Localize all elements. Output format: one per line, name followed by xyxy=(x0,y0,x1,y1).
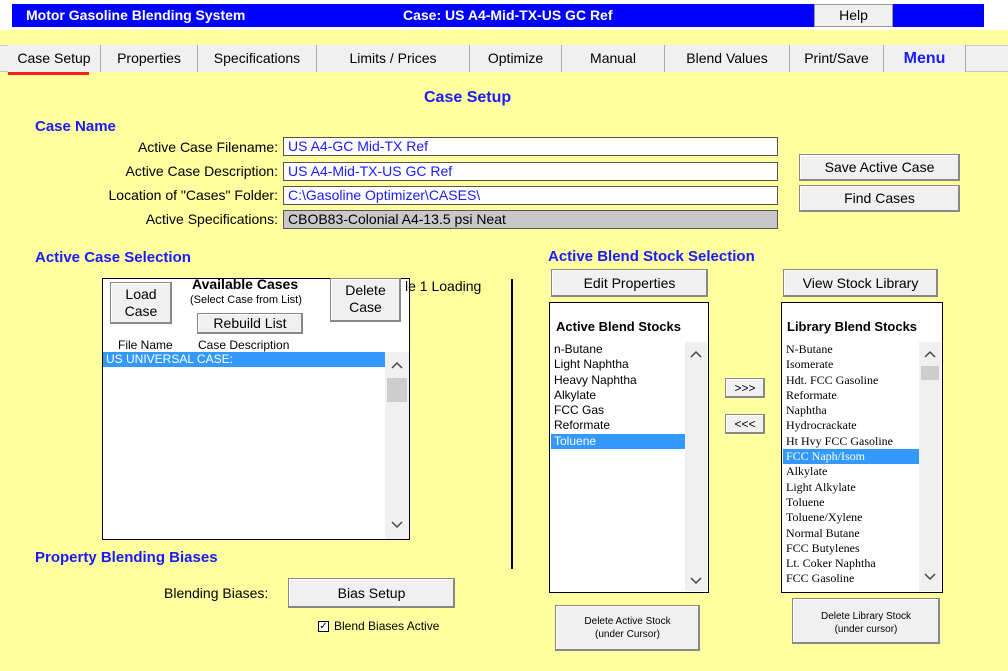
library-stocks-list[interactable]: N-Butane Isomerate Hdt. FCC Gasoline Ref… xyxy=(783,342,919,591)
library-stocks-title: Library Blend Stocks xyxy=(787,319,918,334)
list-item[interactable]: Light Alkylate xyxy=(783,480,919,495)
scroll-thumb[interactable] xyxy=(387,378,407,402)
tab-print-save[interactable]: Print/Save xyxy=(790,45,884,72)
list-item[interactable]: FCC Gas xyxy=(551,403,685,418)
chevron-down-icon[interactable] xyxy=(385,518,409,532)
active-stocks-list[interactable]: n-Butane Light Naphtha Heavy Naphtha Alk… xyxy=(551,342,685,591)
library-stocks-scrollbar[interactable] xyxy=(919,342,941,591)
active-stocks-title: Active Blend Stocks xyxy=(556,319,681,334)
case-title: Case: US A4-Mid-TX-US GC Ref xyxy=(403,7,613,23)
loading-text: le 1 Loading xyxy=(405,278,482,294)
menu-button[interactable]: Menu xyxy=(884,45,966,72)
list-item[interactable]: FCC Butylenes xyxy=(783,541,919,556)
specs-field: CBOB83-Colonial A4-13.5 psi Neat xyxy=(283,210,778,229)
folder-label: Location of "Cases" Folder: xyxy=(108,187,278,203)
delete-active-stock-line2: (under Cursor) xyxy=(594,629,661,640)
description-field[interactable]: US A4-Mid-TX-US GC Ref xyxy=(283,162,778,181)
list-item[interactable]: FCC Naph/Isom xyxy=(783,449,919,465)
find-cases-button[interactable]: Find Cases xyxy=(799,185,960,212)
filename-field[interactable]: US A4-GC Mid-TX Ref xyxy=(283,137,778,156)
bias-setup-button[interactable]: Bias Setup xyxy=(288,578,455,608)
case-selection-heading: Active Case Selection xyxy=(35,249,191,266)
list-item[interactable]: Isomerate xyxy=(783,357,919,372)
available-cases-title: Available Cases xyxy=(192,276,299,292)
checkbox-icon[interactable]: ✓ xyxy=(318,621,329,632)
tab-case-setup[interactable]: Case Setup xyxy=(8,45,101,72)
description-label: Active Case Description: xyxy=(125,163,278,179)
list-item[interactable]: Hydrocrackate xyxy=(783,418,919,433)
list-item[interactable]: Toluene xyxy=(783,495,919,510)
list-item[interactable]: Alkylate xyxy=(783,464,919,479)
folder-field[interactable]: C:\Gasoline Optimizer\CASES\ xyxy=(283,186,778,205)
load-case-button[interactable]: Load Case xyxy=(110,282,172,324)
list-item[interactable]: Normal Butane xyxy=(783,526,919,541)
available-cases-hint: (Select Case from List) xyxy=(190,294,302,306)
delete-library-stock-line1: Delete Library Stock xyxy=(820,611,912,622)
list-item[interactable]: Toluene xyxy=(551,433,685,450)
filename-label: Active Case Filename: xyxy=(137,139,278,155)
list-item[interactable]: Alkylate xyxy=(551,388,685,403)
view-stock-library-button[interactable]: View Stock Library xyxy=(783,269,938,297)
list-item[interactable]: Reformate xyxy=(551,418,685,433)
edit-properties-button[interactable]: Edit Properties xyxy=(551,269,708,297)
add-stock-button[interactable]: >>> xyxy=(725,378,765,398)
list-item[interactable]: Hdt. FCC Gasoline xyxy=(783,373,919,388)
list-item[interactable]: Toluene/Xylene xyxy=(783,510,919,525)
chevron-up-icon[interactable] xyxy=(385,358,409,372)
app-title: Motor Gasoline Blending System xyxy=(26,7,246,23)
tab-limits-prices[interactable]: Limits / Prices xyxy=(317,45,470,72)
specs-label: Active Specifications: xyxy=(145,211,278,227)
page-title: Case Setup xyxy=(424,89,512,106)
delete-library-stock-button[interactable]: Delete Library Stock (under cursor) xyxy=(792,598,940,644)
list-item[interactable]: US UNIVERSAL CASE: xyxy=(103,352,385,368)
chevron-up-icon[interactable] xyxy=(919,347,941,361)
chevron-down-icon[interactable] xyxy=(919,570,941,584)
case-name-heading: Case Name xyxy=(35,118,116,135)
list-item[interactable]: Heavy Naphtha xyxy=(551,373,685,388)
list-item[interactable]: FCC Gasoline xyxy=(783,571,919,586)
delete-case-button[interactable]: Delete Case xyxy=(330,278,401,322)
help-button[interactable]: Help xyxy=(814,4,893,27)
delete-library-stock-line2: (under cursor) xyxy=(834,624,898,635)
blend-biases-active-label: Blend Biases Active xyxy=(334,619,440,633)
active-tab-indicator xyxy=(8,72,89,75)
rebuild-list-button[interactable]: Rebuild List xyxy=(197,313,303,334)
list-item[interactable]: Reformate xyxy=(783,388,919,403)
active-stocks-scrollbar[interactable] xyxy=(685,342,707,591)
tab-properties[interactable]: Properties xyxy=(101,45,198,72)
list-item[interactable]: Light Naphtha xyxy=(551,357,685,372)
list-item[interactable]: N-Butane xyxy=(783,342,919,357)
scroll-thumb[interactable] xyxy=(921,366,939,380)
save-active-case-button[interactable]: Save Active Case xyxy=(799,154,960,181)
file-name-column-header: File Name xyxy=(118,338,173,352)
list-item[interactable]: Naphtha xyxy=(783,403,919,418)
delete-active-stock-line1: Delete Active Stock xyxy=(584,616,671,627)
remove-stock-button[interactable]: <<< xyxy=(725,414,765,434)
tab-optimize[interactable]: Optimize xyxy=(470,45,562,72)
blending-biases-label: Blending Biases: xyxy=(164,585,269,601)
chevron-up-icon[interactable] xyxy=(685,347,707,361)
blend-stock-heading: Active Blend Stock Selection xyxy=(548,248,755,265)
list-item[interactable]: Ht Hvy FCC Gasoline xyxy=(783,434,919,449)
case-list[interactable]: US UNIVERSAL CASE: xyxy=(103,352,385,539)
case-description-column-header: Case Description xyxy=(198,338,290,352)
chevron-down-icon[interactable] xyxy=(685,574,707,588)
tab-specifications[interactable]: Specifications xyxy=(198,45,317,72)
vertical-divider xyxy=(511,279,513,569)
tab-manual[interactable]: Manual xyxy=(562,45,665,72)
case-list-scrollbar[interactable] xyxy=(385,352,409,539)
list-item[interactable]: n-Butane xyxy=(551,342,685,357)
list-item[interactable]: Lt. Coker Naphtha xyxy=(783,556,919,571)
tab-blend-values[interactable]: Blend Values xyxy=(665,45,790,72)
delete-active-stock-button[interactable]: Delete Active Stock (under Cursor) xyxy=(555,605,700,651)
biases-heading: Property Blending Biases xyxy=(35,549,218,566)
